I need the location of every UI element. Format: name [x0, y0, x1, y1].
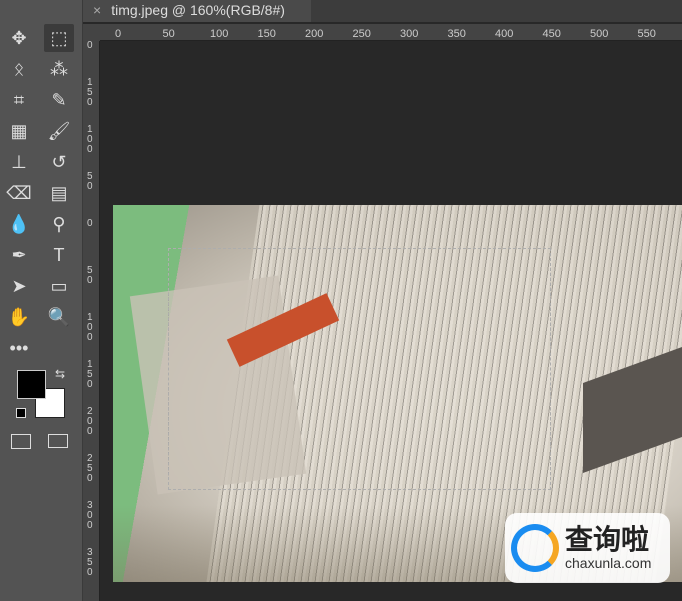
ruler-label: 250	[352, 28, 371, 40]
ruler-label: 400	[495, 28, 514, 40]
ruler-label: 150	[87, 77, 93, 108]
ruler-label: 150	[87, 359, 93, 390]
path-selection-tool[interactable]: ➤	[4, 272, 34, 300]
foreground-color-swatch[interactable]	[17, 370, 46, 399]
ruler-label: 100	[210, 28, 229, 40]
quick-selection-tool[interactable]: ⁂	[44, 55, 74, 83]
marquee-tool[interactable]: ⬚	[44, 24, 74, 52]
ruler-label: 150	[257, 28, 276, 40]
tools-panel: ✥ ⬚ ᛟ ⁂ ⌗ ✎ ▦ 🖌 ⊥ ↺ ⌫ ▤ 💧 ⚲ ✒ T ➤ ▭ ✋ 🔍 •••	[0, 0, 83, 601]
hand-tool[interactable]: ✋	[4, 303, 34, 331]
eyedropper-tool[interactable]: ✎	[44, 86, 74, 114]
ruler-label: 50	[162, 28, 175, 40]
rectangle-tool[interactable]: ▭	[44, 272, 74, 300]
ruler-label: 300	[400, 28, 419, 40]
blur-tool[interactable]: 💧	[4, 210, 34, 238]
ruler-label: 250	[87, 453, 93, 484]
ruler-label: 450	[542, 28, 561, 40]
healing-brush-tool[interactable]: ▦	[4, 117, 34, 145]
close-tab-icon[interactable]: ×	[93, 2, 101, 18]
ruler-label: 100	[87, 312, 93, 343]
watermark-url: chaxunla.com	[565, 555, 652, 571]
ruler-corner	[83, 24, 100, 41]
brush-tool[interactable]: 🖌	[44, 117, 74, 145]
ruler-label: 350	[447, 28, 466, 40]
vertical-ruler[interactable]: 0 150 100 50 0 50 100 150 200 250 300 350	[83, 41, 100, 601]
watermark: 查询啦 chaxunla.com	[505, 513, 670, 583]
tab-bar: × timg.jpeg @ 160%(RGB/8#)	[83, 0, 682, 22]
more-tools[interactable]: •••	[4, 334, 34, 362]
gradient-tool[interactable]: ▤	[44, 179, 74, 207]
dodge-tool[interactable]: ⚲	[44, 210, 74, 238]
crop-tool[interactable]: ⌗	[4, 86, 34, 114]
type-tool[interactable]: T	[44, 241, 74, 269]
quick-mask-icon[interactable]	[11, 434, 31, 449]
move-tool[interactable]: ✥	[4, 24, 34, 52]
ruler-label: 550	[637, 28, 656, 40]
selection-marquee[interactable]	[168, 248, 551, 490]
ruler-label: 350	[87, 547, 93, 578]
swap-colors-icon[interactable]: ⇆	[55, 367, 65, 381]
document-title: timg.jpeg @ 160%(RGB/8#)	[111, 2, 285, 18]
horizontal-ruler[interactable]: 0 50 100 150 200 250 300 350 400 450 500 550	[100, 24, 682, 41]
zoom-tool[interactable]: 🔍	[44, 303, 74, 331]
history-brush-tool[interactable]: ↺	[44, 148, 74, 176]
ruler-label: 0	[87, 218, 93, 229]
pen-tool[interactable]: ✒	[4, 241, 34, 269]
ruler-label: 100	[87, 124, 93, 155]
ruler-label: 0	[87, 40, 93, 51]
ruler-label: 0	[115, 28, 122, 40]
ruler-label: 500	[590, 28, 609, 40]
document-tab[interactable]: × timg.jpeg @ 160%(RGB/8#)	[83, 0, 311, 22]
ruler-label: 300	[87, 500, 93, 531]
ruler-label: 200	[87, 406, 93, 437]
ruler-label: 200	[305, 28, 324, 40]
screen-mode-icon[interactable]	[48, 434, 68, 448]
lasso-tool[interactable]: ᛟ	[4, 55, 34, 83]
watermark-logo-icon	[511, 524, 559, 572]
ruler-label: 50	[87, 265, 93, 286]
eraser-tool[interactable]: ⌫	[4, 179, 34, 207]
watermark-name: 查询啦	[565, 524, 650, 555]
clone-stamp-tool[interactable]: ⊥	[4, 148, 34, 176]
ruler-label: 50	[87, 171, 93, 192]
default-colors-icon[interactable]	[16, 408, 26, 418]
